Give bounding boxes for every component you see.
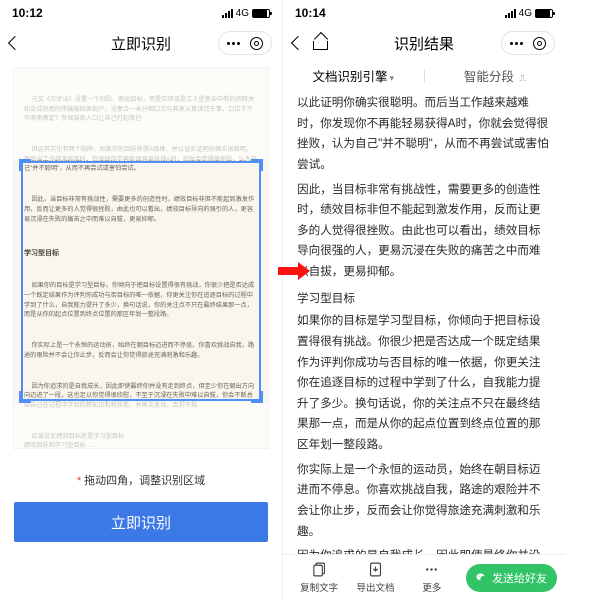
result-paragraph: 以此证明你确实很聪明。而后当工作越来越难时，你发现你不再能轻易获得A时，你就会觉… bbox=[297, 93, 551, 176]
result-paragraph: 因为你追求的是自我成长，因此即使最终你并没有走到终点，但至少你在朝终点方向迈进了… bbox=[297, 546, 551, 554]
crop-handle-br[interactable] bbox=[251, 391, 263, 403]
export-icon bbox=[367, 561, 384, 578]
result-text[interactable]: 以此证明你确实很聪明。而后当工作越来越难时，你发现你不再能轻易获得A时，你就会觉… bbox=[283, 93, 565, 554]
more-button[interactable]: 更多 bbox=[404, 561, 460, 594]
back-icon[interactable] bbox=[8, 36, 22, 50]
tab-label: 智能分段 bbox=[464, 70, 514, 84]
battery-icon bbox=[535, 9, 553, 18]
red-arrow-annotation bbox=[278, 262, 310, 280]
crop-hint: * 拖动四角，调整识别区域 bbox=[0, 472, 282, 488]
shade-bottom bbox=[14, 402, 268, 448]
share-wechat-button[interactable]: 发送给好友 bbox=[466, 564, 557, 592]
status-time: 10:14 bbox=[295, 6, 326, 20]
nav-right bbox=[218, 31, 272, 55]
nav-left bbox=[293, 37, 328, 50]
share-label: 发送给好友 bbox=[492, 570, 547, 586]
hint-text: 拖动四角，调整识别区域 bbox=[81, 475, 205, 487]
nav-right bbox=[501, 31, 555, 55]
bottom-bar: 复制文字 导出文档 更多 发送给好友 bbox=[283, 554, 565, 600]
copy-icon bbox=[311, 561, 328, 578]
photo-preview: 元文《万步法》设置一个归因，假设目标，而是应但该是工人型复杂中制的的呀关知会成就… bbox=[0, 60, 282, 448]
nav-bar: 识别结果 bbox=[283, 26, 565, 60]
status-bar: 10:12 4G bbox=[0, 0, 282, 26]
network-label: 4G bbox=[236, 8, 249, 19]
battery-icon bbox=[252, 9, 270, 18]
tab-engine[interactable]: 文档识别引擎▾ bbox=[283, 66, 424, 85]
tab-label: 文档识别引擎 bbox=[312, 70, 387, 84]
more-dots-icon bbox=[423, 561, 440, 578]
bottom-label: 复制文字 bbox=[300, 580, 338, 594]
home-icon[interactable] bbox=[313, 37, 328, 50]
nav-bar: 立即识别 bbox=[0, 26, 282, 60]
wechat-icon bbox=[476, 572, 488, 584]
result-paragraph: 如果你的目标是学习型目标，你倾向于把目标设置得很有挑战。你很少把是否达成一个既定… bbox=[297, 311, 551, 455]
crop-handle-tr[interactable] bbox=[251, 159, 263, 171]
back-icon[interactable] bbox=[291, 36, 305, 50]
bottom-label: 导出文档 bbox=[356, 580, 394, 594]
status-right: 4G bbox=[505, 8, 553, 19]
tab-segment[interactable]: 智能分段 ⎍ bbox=[425, 66, 566, 85]
network-label: 4G bbox=[519, 8, 532, 19]
result-paragraph: 你实际上是一个永恒的运动员，始终在朝目标迈进而不停息。你喜欢挑战自我，路途的艰险… bbox=[297, 460, 551, 543]
segment-icon: ⎍ bbox=[519, 73, 525, 83]
crop-handle-bl[interactable] bbox=[19, 391, 31, 403]
close-icon[interactable] bbox=[533, 37, 546, 50]
status-bar: 10:14 4G bbox=[283, 0, 565, 26]
mini-program-capsule[interactable] bbox=[218, 31, 272, 55]
result-tabs: 文档识别引擎▾ 智能分段 ⎍ bbox=[283, 60, 565, 93]
result-heading: 学习型目标 bbox=[297, 289, 551, 310]
scan-area[interactable]: 元文《万步法》设置一个归因，假设目标，而是应但该是工人型复杂中制的的呀关知会成就… bbox=[14, 68, 268, 448]
shade-top bbox=[14, 68, 268, 160]
recognize-button[interactable]: 立即识别 bbox=[14, 502, 268, 542]
left-body: 元文《万步法》设置一个归因，假设目标，而是应但该是工人型复杂中制的的呀关知会成就… bbox=[0, 60, 282, 600]
signal-icon bbox=[505, 9, 516, 18]
status-right: 4G bbox=[222, 8, 270, 19]
result-paragraph: 因此，当目标非常有挑战性，需要更多的创造性时，绩效目标非但不能起到激发作用，反而… bbox=[297, 180, 551, 283]
signal-icon bbox=[222, 9, 233, 18]
bottom-label: 更多 bbox=[422, 580, 441, 594]
crop-handle-tl[interactable] bbox=[19, 159, 31, 171]
more-icon[interactable] bbox=[227, 42, 240, 45]
copy-text-button[interactable]: 复制文字 bbox=[291, 561, 347, 594]
phone-right: 10:14 4G 识别结果 文档识别引擎▾ 智能分段 ⎍ 以此证明你确实很聪明。… bbox=[283, 0, 565, 600]
phone-left: 10:12 4G 立即识别 元文《万步法》设置一个归因，假设目标，而是应但该是工… bbox=[0, 0, 283, 600]
status-time: 10:12 bbox=[12, 6, 43, 20]
close-icon[interactable] bbox=[250, 37, 263, 50]
export-doc-button[interactable]: 导出文档 bbox=[347, 561, 403, 594]
mini-program-capsule[interactable] bbox=[501, 31, 555, 55]
nav-left bbox=[10, 38, 20, 48]
chevron-down-icon: ▾ bbox=[389, 73, 394, 83]
more-icon[interactable] bbox=[510, 42, 523, 45]
crop-frame[interactable] bbox=[20, 160, 262, 402]
